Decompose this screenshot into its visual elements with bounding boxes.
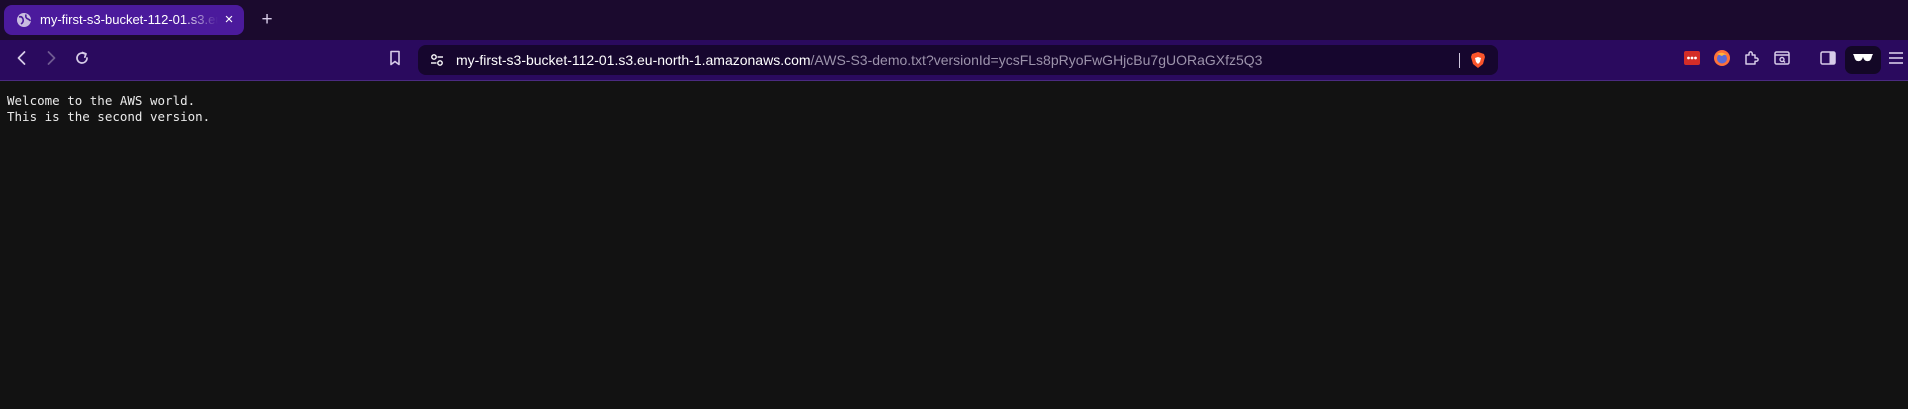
new-tab-button[interactable]: + bbox=[256, 9, 278, 31]
lastpass-extension-button[interactable] bbox=[1680, 48, 1704, 72]
close-tab-icon[interactable]: × bbox=[221, 12, 237, 28]
sunglasses-icon bbox=[1852, 51, 1874, 70]
globe-icon bbox=[16, 12, 32, 28]
bookmark-icon bbox=[386, 49, 404, 72]
document-content: Welcome to the AWS world. This is the sec… bbox=[7, 93, 210, 125]
sidebar-icon bbox=[1819, 49, 1837, 72]
wallet-icon bbox=[1773, 49, 1791, 72]
text-cursor bbox=[1459, 53, 1460, 68]
extensions-button[interactable] bbox=[1740, 48, 1764, 72]
address-bar[interactable]: my-first-s3-bucket-112-01.s3.eu-north-1.… bbox=[418, 45, 1498, 75]
chevron-right-icon bbox=[42, 49, 60, 72]
puzzle-icon bbox=[1743, 49, 1761, 72]
forward-button[interactable] bbox=[39, 48, 63, 72]
chevron-left-icon bbox=[13, 49, 31, 72]
document-line: Welcome to the AWS world. bbox=[7, 93, 196, 108]
hamburger-menu-icon bbox=[1887, 49, 1905, 72]
url-host: my-first-s3-bucket-112-01.s3.eu-north-1.… bbox=[456, 52, 811, 68]
tab-title: my-first-s3-bucket-112-01.s3.eu-north-1.… bbox=[40, 12, 218, 27]
private-profile-button[interactable] bbox=[1845, 46, 1881, 74]
firefox-relay-extension-button[interactable] bbox=[1710, 48, 1734, 72]
tab-strip: my-first-s3-bucket-112-01.s3.eu-north-1.… bbox=[0, 0, 1908, 40]
brave-shield-icon[interactable] bbox=[1470, 51, 1486, 69]
bookmark-button[interactable] bbox=[383, 48, 407, 72]
menu-button[interactable] bbox=[1884, 48, 1908, 72]
reload-button[interactable] bbox=[70, 48, 94, 72]
sidebar-toggle-button[interactable] bbox=[1816, 48, 1840, 72]
reload-icon bbox=[73, 49, 91, 72]
back-button[interactable] bbox=[10, 48, 34, 72]
firefox-relay-icon bbox=[1713, 49, 1731, 72]
navigation-toolbar: my-first-s3-bucket-112-01.s3.eu-north-1.… bbox=[0, 40, 1908, 80]
url-path: /AWS-S3-demo.txt?versionId=ycsFLs8pRyoFw… bbox=[810, 52, 1263, 68]
url-text[interactable]: my-first-s3-bucket-112-01.s3.eu-north-1.… bbox=[456, 45, 1262, 75]
document-line: This is the second version. bbox=[7, 109, 211, 124]
active-tab[interactable]: my-first-s3-bucket-112-01.s3.eu-north-1.… bbox=[4, 5, 244, 35]
toolbar-divider bbox=[0, 80, 1908, 81]
wallet-button[interactable] bbox=[1770, 48, 1794, 72]
lastpass-icon bbox=[1683, 49, 1701, 72]
site-settings-icon[interactable] bbox=[430, 53, 444, 67]
